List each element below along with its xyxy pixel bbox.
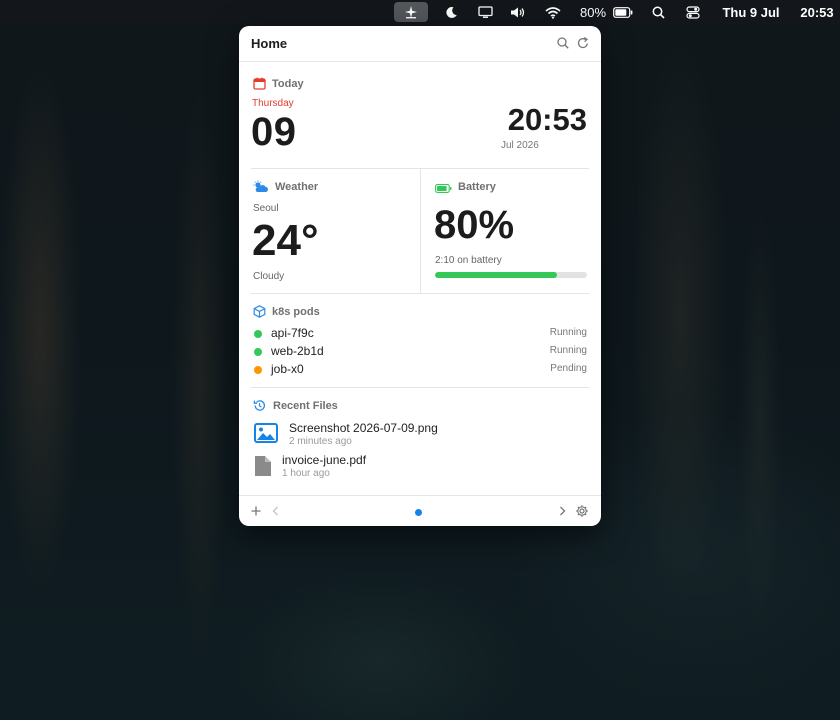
pods-label: k8s pods <box>272 306 320 318</box>
volume-icon[interactable] <box>508 0 528 24</box>
battery-bar <box>435 272 587 278</box>
file-item[interactable]: invoice-june.pdf 1 hour ago <box>239 452 601 486</box>
battery-remaining: 2:10 on battery <box>435 255 502 266</box>
history-icon <box>253 399 266 412</box>
today-label: Today <box>272 78 304 90</box>
moon-icon[interactable] <box>442 0 460 24</box>
temperature: 24° <box>252 216 319 265</box>
calendar-icon <box>253 77 266 90</box>
refresh-icon[interactable] <box>576 36 590 50</box>
menubar-date[interactable]: Thu 9 Jul <box>718 0 784 24</box>
pod-status: Pending <box>550 363 587 374</box>
pod-status: Running <box>549 327 587 338</box>
day-number: 09 <box>251 110 297 154</box>
pod-name: job-x0 <box>271 362 304 376</box>
cube-icon <box>253 305 266 318</box>
file-time: 1 hour ago <box>282 468 330 479</box>
file-time: 2 minutes ago <box>289 436 352 447</box>
panel-header: Home <box>239 26 601 62</box>
weather-label: Weather <box>275 181 319 193</box>
wifi-icon[interactable] <box>543 0 563 24</box>
control-center-icon[interactable] <box>685 0 701 24</box>
file-item[interactable]: Screenshot 2026-07-09.png 2 minutes ago <box>239 419 601 453</box>
menubar-time[interactable]: 20:53 <box>796 0 838 24</box>
weather-condition: Cloudy <box>253 271 285 282</box>
battery-percentage[interactable]: 80% <box>578 0 608 24</box>
chevron-left-icon[interactable] <box>269 504 283 518</box>
search-icon[interactable] <box>556 36 570 50</box>
pod-row[interactable]: job-x0 Pending <box>239 361 601 379</box>
battery-icon <box>435 181 452 194</box>
battery-icon[interactable] <box>612 0 634 24</box>
panel-footer <box>239 495 601 526</box>
vertical-divider <box>420 169 421 293</box>
add-icon[interactable] <box>249 504 263 518</box>
battery-bar-fill <box>435 272 557 278</box>
pod-name: api-7f9c <box>271 326 314 340</box>
status-dot <box>254 330 262 338</box>
pod-row[interactable]: api-7f9c Running <box>239 325 601 343</box>
divider <box>251 293 589 294</box>
search-icon[interactable] <box>650 0 666 24</box>
pod-name: web-2b1d <box>271 344 324 358</box>
page-indicator <box>415 509 422 516</box>
sparkle-icon[interactable] <box>394 2 428 22</box>
panel-title: Home <box>251 36 288 51</box>
file-name: Screenshot 2026-07-09.png <box>289 421 438 435</box>
partly-cloudy-icon <box>253 180 269 193</box>
chevron-right-icon[interactable] <box>555 504 569 518</box>
status-dot <box>254 366 262 374</box>
widget-panel: Home Today Thursday 09 20:53 Jul 2026 We… <box>239 26 601 526</box>
divider <box>251 387 589 388</box>
gear-icon[interactable] <box>575 504 589 518</box>
status-dot <box>254 348 262 356</box>
menu-bar: 80% Thu 9 Jul 20:53 <box>0 0 840 24</box>
recent-files-label: Recent Files <box>273 400 338 412</box>
pod-row[interactable]: web-2b1d Running <box>239 343 601 361</box>
clock-time: 20:53 <box>507 102 587 137</box>
file-name: invoice-june.pdf <box>282 453 367 467</box>
month-year: Jul 2026 <box>501 140 539 151</box>
weather-city: Seoul <box>253 203 279 214</box>
battery-percent: 80% <box>434 203 515 247</box>
image-file-icon <box>254 423 278 448</box>
document-file-icon <box>254 455 272 482</box>
battery-label: Battery <box>458 181 496 193</box>
weekday: Thursday <box>252 98 294 109</box>
pod-status: Running <box>549 345 587 356</box>
display-icon[interactable] <box>476 0 494 24</box>
